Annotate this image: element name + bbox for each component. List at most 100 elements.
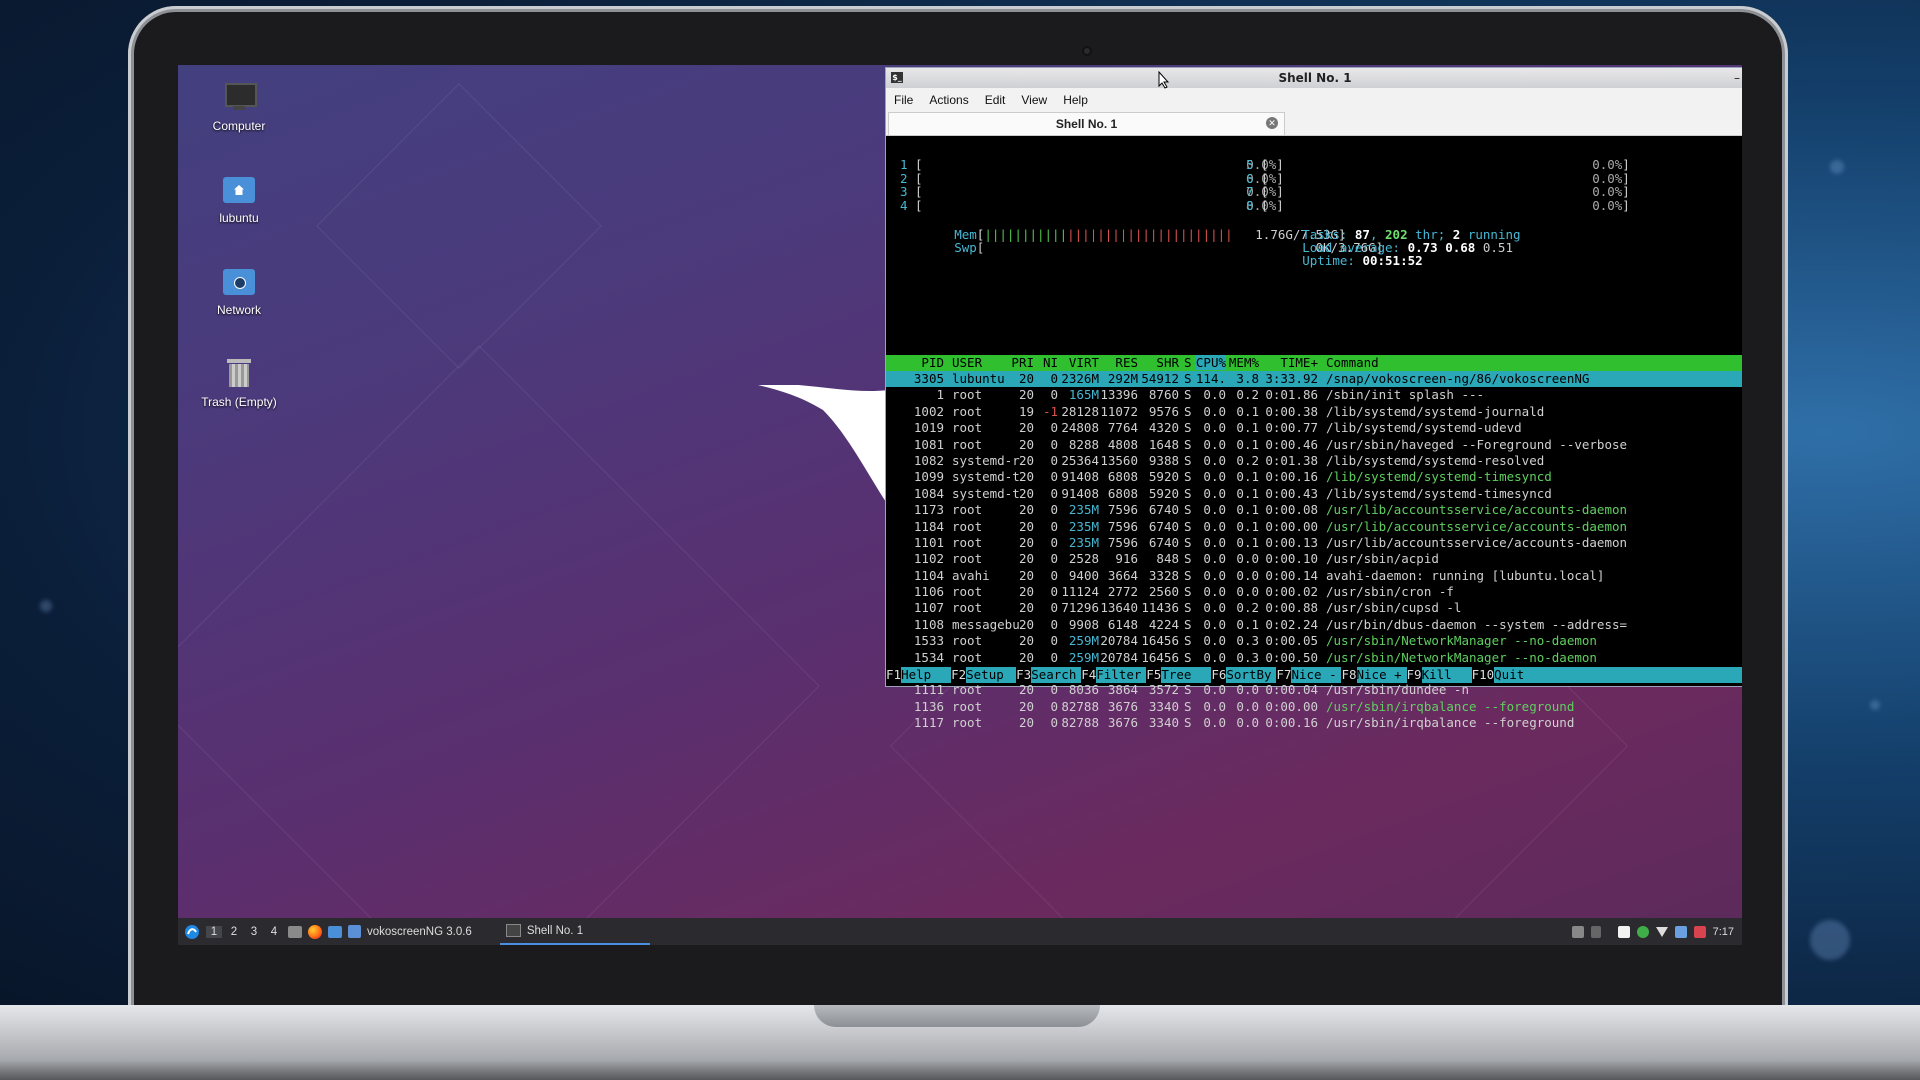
process-row[interactable]: 1533 root 20 0 259M 20784 16456 S 0.0 0.3 0:00.05 /… bbox=[886, 633, 1742, 649]
volume-icon[interactable] bbox=[1590, 925, 1601, 938]
cell-user: root bbox=[952, 584, 983, 600]
desktop-icon-trash[interactable]: Trash (Empty) bbox=[194, 357, 284, 409]
fkey-label: Nice + bbox=[1356, 667, 1402, 682]
process-row[interactable]: 1106 root 20 0 11124 2772 2560 S 0.0 0.0 0:00.02/u… bbox=[886, 584, 1742, 600]
cell-pid: 1104 bbox=[913, 567, 944, 583]
display-icon[interactable] bbox=[1674, 925, 1687, 938]
fkey-key: F8 bbox=[1341, 667, 1357, 683]
fkey-f10[interactable]: F10 Quit bbox=[1471, 667, 1529, 683]
column-header-mem: MEM% bbox=[1228, 355, 1259, 370]
cell-pid: 1102 bbox=[913, 551, 944, 567]
process-row[interactable]: 1002 root 19 -1 28128 11072 9576 S 0.0 0.1 0:00.38… bbox=[886, 404, 1742, 420]
clipboard-icon[interactable] bbox=[1571, 925, 1584, 938]
fkey-key: F7 bbox=[1276, 667, 1292, 683]
fkey-f5[interactable]: F5 Tree bbox=[1146, 667, 1211, 683]
window-menu-dash-icon[interactable]: – bbox=[1734, 68, 1740, 88]
process-row[interactable]: 1082 systemd-r 20 0 25364 13560 9388 S 0.0 0.2 0:0… bbox=[886, 453, 1742, 469]
cell-time: 0:00.16 bbox=[1265, 469, 1318, 485]
process-row[interactable]: 1534 root 20 0 259M 20784 16456 S 0.0 0.3 0:00.50 /… bbox=[886, 650, 1742, 666]
cell-time: 0:00.14 bbox=[1265, 567, 1318, 583]
cell-time: 3:33.92 bbox=[1265, 371, 1318, 386]
fkey-f1[interactable]: F1 Help bbox=[886, 667, 951, 683]
wallpaper-decoration bbox=[316, 83, 602, 369]
workspace-2[interactable]: 2 bbox=[226, 926, 242, 938]
window-titlebar[interactable]: $_ Shell No. 1 – bbox=[886, 68, 1742, 88]
cell-user: root bbox=[952, 649, 983, 665]
desktop-icon-network[interactable]: Network bbox=[194, 265, 284, 317]
notes-icon[interactable] bbox=[1617, 925, 1630, 938]
cell-mem: 0.1 bbox=[1236, 469, 1259, 485]
cell-ni: 0 bbox=[1050, 633, 1058, 649]
process-row[interactable]: 1081 root 20 0 8288 4808 1648 S 0.0 0.1 0:00.46/us… bbox=[886, 437, 1742, 453]
cell-pri: 20 bbox=[1018, 502, 1034, 518]
process-row[interactable]: 1136 root 20 0 82788 3676 3340 S 0.0 0.0 0:00.00/u… bbox=[886, 699, 1742, 715]
menu-actions[interactable]: Actions bbox=[921, 93, 976, 107]
htop-view[interactable]: 1 [ 0.0%] 2 [ 0.0%] 3 [ 0.0%] 4 [ 0.0%] … bbox=[886, 155, 1742, 730]
fkey-f8[interactable]: F8 Nice + bbox=[1341, 667, 1406, 683]
wallpaper-bird-shape bbox=[758, 385, 888, 505]
process-table-header[interactable]: PID USER PRI NI VIRT RES SHR S CPU% MEM% TIME+ Comm… bbox=[886, 355, 1742, 371]
cell-pid: 1136 bbox=[913, 698, 944, 714]
fkey-f4[interactable]: F4 Filter bbox=[1081, 667, 1146, 683]
desktop-icon-computer[interactable]: Computer bbox=[194, 81, 284, 133]
update-icon[interactable] bbox=[1636, 925, 1649, 938]
cell-ni: 0 bbox=[1050, 567, 1058, 583]
cell-s: S bbox=[1184, 567, 1192, 583]
fkey-f2[interactable]: F2 Setup bbox=[951, 667, 1016, 683]
workspace-1[interactable]: 1 bbox=[206, 925, 222, 938]
process-row[interactable]: 3305 lubuntu 20 0 2326M 292M 54912 S 114. 3.8 3:33… bbox=[886, 371, 1742, 388]
process-row[interactable]: 1108 messagebu 20 0 9908 6148 4224 S 0.0 0.1 0:02.… bbox=[886, 617, 1742, 633]
process-row[interactable]: 1111 root 20 0 8036 3864 3572 S 0.0 0.0 0:00.04/us… bbox=[886, 682, 1742, 698]
start-menu-button[interactable] bbox=[184, 924, 200, 940]
process-row[interactable]: 1102 root 20 0 2528 916 848 S 0.0 0.0 0:00.10/usr/… bbox=[886, 551, 1742, 567]
close-tab-icon[interactable]: ✕ bbox=[1266, 117, 1278, 129]
record-icon[interactable] bbox=[1693, 925, 1706, 938]
wallpaper-decoration bbox=[178, 345, 820, 945]
clock[interactable]: 7:17 bbox=[1713, 926, 1734, 938]
desktop-icon-lubuntu[interactable]: lubuntu bbox=[194, 173, 284, 225]
process-row[interactable]: 1019 root 20 0 24808 7764 4320 S 0.0 0.1 0:00.77/l… bbox=[886, 420, 1742, 436]
tab-shell-1[interactable]: Shell No. 1 ✕ bbox=[888, 112, 1285, 135]
process-row[interactable]: 1107 root 20 0 71296 13640 11436 S 0.0 0.2 0:00.88… bbox=[886, 600, 1742, 616]
task-vokoscreen[interactable]: vokoscreenNG 3.0.6 bbox=[342, 918, 478, 945]
process-row[interactable]: 1173 root 20 0 235M 7596 6740 S 0.0 0.1 0:00.08/us… bbox=[886, 502, 1742, 518]
show-desktop-button[interactable] bbox=[288, 925, 302, 938]
cell-pid: 1081 bbox=[913, 436, 944, 452]
cell-cpu: 0.0 bbox=[1203, 567, 1226, 583]
menu-view[interactable]: View bbox=[1013, 93, 1055, 107]
menu-edit[interactable]: Edit bbox=[977, 93, 1014, 107]
workspace-4[interactable]: 4 bbox=[266, 926, 282, 938]
cell-mem: 0.2 bbox=[1236, 452, 1259, 468]
wifi-icon[interactable] bbox=[1655, 926, 1668, 937]
task-shell[interactable]: Shell No. 1 bbox=[499, 918, 650, 945]
fkey-f9[interactable]: F9 Kill bbox=[1406, 667, 1472, 683]
process-row[interactable]: 1117 root 20 0 82788 3676 3340 S 0.0 0.0 0:00.16/u… bbox=[886, 715, 1742, 731]
firefox-launcher[interactable] bbox=[308, 924, 322, 939]
desktop-icon-label: lubuntu bbox=[219, 211, 259, 225]
menu-file[interactable]: File bbox=[886, 93, 921, 107]
file-manager-launcher[interactable] bbox=[328, 925, 342, 938]
cell-s: S bbox=[1184, 420, 1192, 436]
cell-ni: 0 bbox=[1050, 616, 1058, 632]
process-row[interactable]: 1099 systemd-t 20 0 91408 6808 5920 S 0.0 0.1 0:00… bbox=[886, 469, 1742, 485]
process-row[interactable]: 1104 avahi 20 0 9400 3664 3328 S 0.0 0.0 0:00.14 av… bbox=[886, 568, 1742, 584]
fkey-label: Tree bbox=[1161, 667, 1192, 682]
cell-pri: 20 bbox=[1018, 698, 1034, 714]
cell-pri: 20 bbox=[1018, 518, 1034, 534]
column-header-cpu: CPU% bbox=[1195, 355, 1226, 370]
fkey-f3[interactable]: F3 Search bbox=[1016, 667, 1081, 683]
cell-res: 6148 bbox=[1107, 616, 1138, 632]
fkey-f7[interactable]: F7 Nice - bbox=[1276, 667, 1341, 683]
process-row[interactable]: 1184 root 20 0 235M 7596 6740 S 0.0 0.1 0:00.00/us… bbox=[886, 519, 1742, 535]
cell-cmd: /usr/sbin/NetworkManager --no-daemon bbox=[1326, 649, 1597, 665]
menu-help[interactable]: Help bbox=[1055, 93, 1096, 107]
process-row[interactable]: 1101 root 20 0 235M 7596 6740 S 0.0 0.1 0:00.13/us… bbox=[886, 535, 1742, 551]
terminal-window[interactable]: $_ Shell No. 1 – File Actions Edit View … bbox=[885, 67, 1742, 730]
fkey-f6[interactable]: F6 SortBy bbox=[1211, 667, 1276, 683]
process-row[interactable]: 1 root 20 0 165M 13396 8760 S 0.0 0.2 0:01.86/sbin… bbox=[886, 387, 1742, 403]
workspace-3[interactable]: 3 bbox=[246, 926, 262, 938]
cell-virt: 11124 bbox=[1061, 584, 1099, 600]
column-header-user: USER bbox=[952, 355, 983, 370]
desktop-icon-label: Trash (Empty) bbox=[201, 395, 277, 409]
process-row[interactable]: 1084 systemd-t 20 0 91408 6808 5920 S 0.0 0.1 0:00… bbox=[886, 486, 1742, 502]
